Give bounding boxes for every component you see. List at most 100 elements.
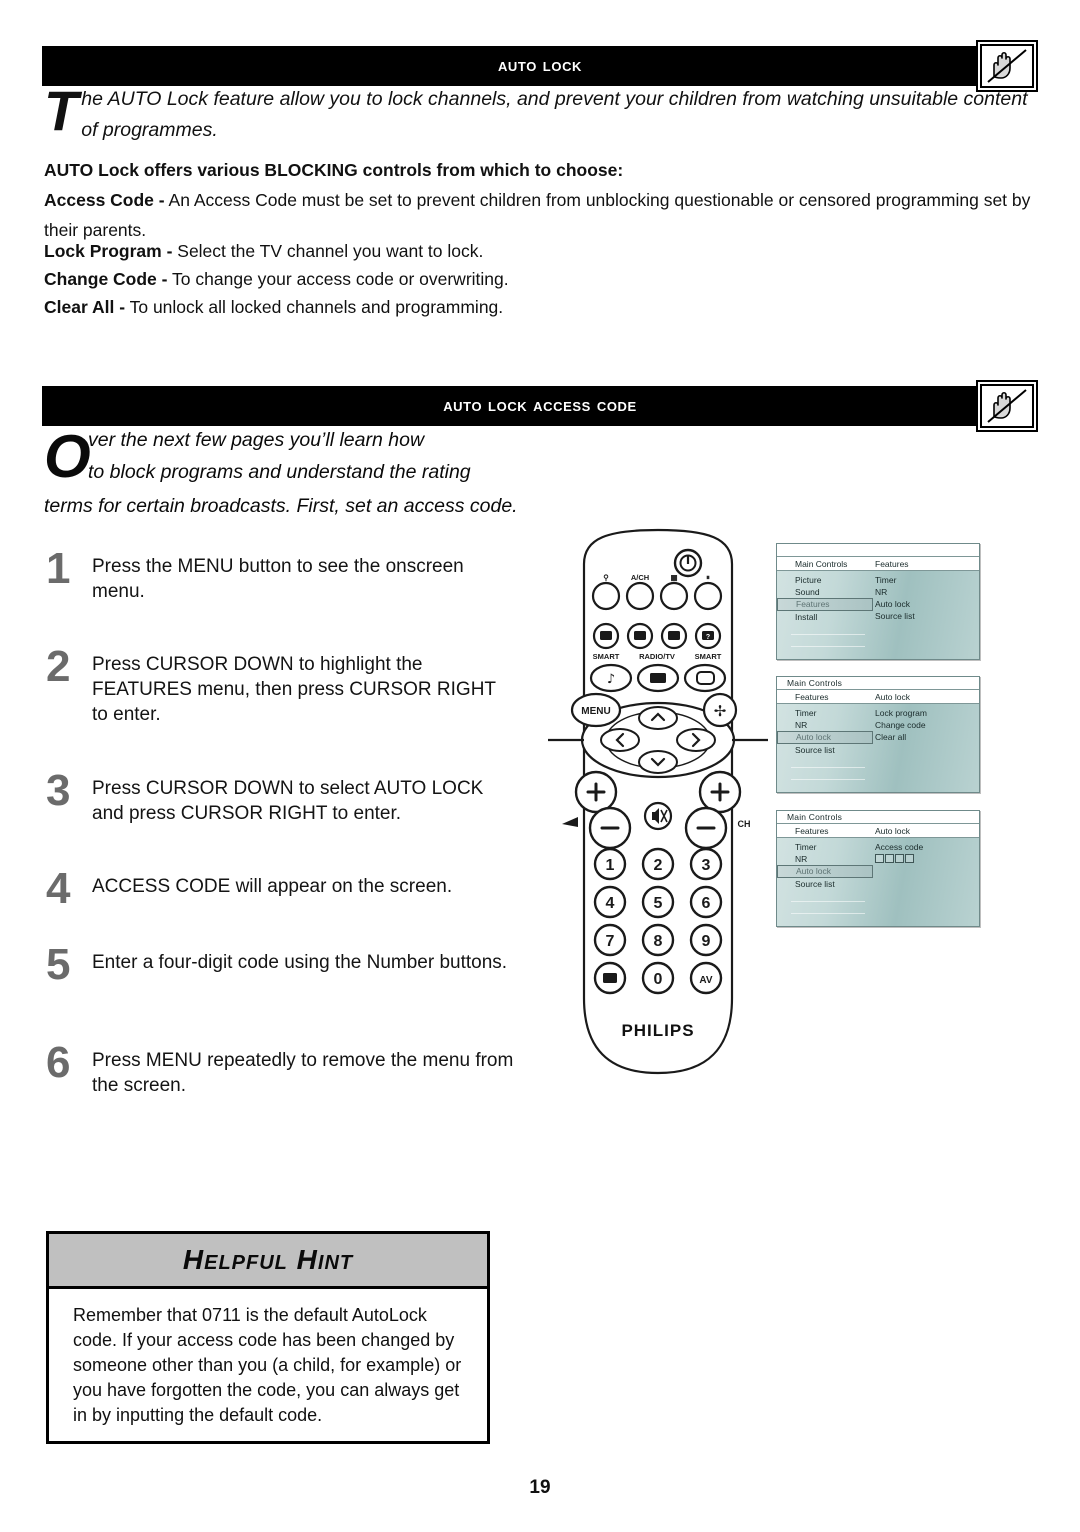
tv-menu-item-selected[interactable]: Features [777, 598, 873, 611]
tv-menu-item[interactable]: NR [795, 719, 869, 731]
tv-menu-header-row: Features Auto lock [777, 690, 979, 704]
tv-menu-header-row: Main Controls Features [777, 557, 979, 571]
tv-menu-divider [791, 779, 865, 780]
tv-menu-item[interactable]: Timer [795, 841, 869, 853]
section1-intro-text: he AUTO Lock feature allow you to lock c… [81, 88, 1028, 141]
step-2: 2 Press CURSOR DOWN to highlight the FEA… [46, 645, 516, 727]
definition-change-code: Change Code - To change your access code… [44, 264, 1034, 294]
definition-dash: - [119, 297, 126, 317]
definition-term: Clear All [44, 297, 115, 317]
power-icon [673, 548, 703, 578]
svg-text:4: 4 [606, 895, 615, 912]
helpful-hint-body: Remember that 0711 is the default AutoLo… [73, 1305, 462, 1425]
step-text: Press MENU repeatedly to remove the menu… [92, 1050, 514, 1096]
svg-text:6: 6 [702, 895, 711, 912]
philips-brand-label: PHILIPS [621, 1021, 694, 1040]
tv-menu-screen-1: Main Controls Features Picture Sound Fea… [776, 543, 980, 660]
dropcap-o: O [44, 423, 91, 490]
manual-page: Auto Lock T he AUTO Lock feature allow y… [0, 0, 1080, 1532]
tv-menu-item[interactable]: Picture [795, 574, 869, 586]
step-number: 1 [46, 544, 71, 593]
tv-menu-right-column: Timer NR Auto lock Source list [869, 571, 979, 659]
cursor-left-icon [600, 728, 640, 752]
step-text: Press CURSOR DOWN to select AUTO LOCK an… [92, 778, 484, 824]
step-number: 5 [46, 940, 71, 989]
section-header-auto-lock: Auto Lock [42, 46, 1038, 86]
access-code-digit-box[interactable] [905, 854, 914, 863]
svg-text:SMART: SMART [695, 652, 722, 661]
section2-intro-line3: terms for certain broadcasts. First, set… [44, 495, 518, 517]
tv-menu-divider [791, 901, 865, 902]
helpful-hint-header: Helpful Hint [49, 1234, 487, 1289]
tv-menu-item[interactable]: Timer [875, 574, 979, 586]
tv-menu-item-selected[interactable]: Auto lock [777, 731, 873, 744]
svg-text:2: 2 [654, 857, 663, 874]
tv-menu-item[interactable]: Change code [875, 719, 979, 731]
tv-menu-item[interactable]: Clear all [875, 731, 979, 743]
volume-icon [562, 817, 578, 827]
tv-menu-item[interactable]: Access code [875, 841, 979, 853]
svg-text:A/CH: A/CH [631, 573, 649, 582]
tv-menu-left-column: Timer NR Auto lock Source list [777, 704, 873, 792]
access-code-digit-box[interactable] [875, 854, 884, 863]
access-code-input[interactable] [875, 854, 979, 863]
svg-text:7: 7 [606, 933, 615, 950]
cursor-down-icon [638, 750, 678, 774]
step-6: 6 Press MENU repeatedly to remove the me… [46, 1038, 516, 1098]
step-3: 3 Press CURSOR DOWN to select AUTO LOCK … [46, 769, 516, 826]
tv-menu-item[interactable]: Source list [795, 744, 869, 756]
section2-intro-line2: to block programs and understand the rat… [88, 461, 471, 483]
definition-term: Access Code [44, 190, 154, 210]
expand-icon: ✢ [702, 692, 738, 728]
definition-desc: To change your access code or overwritin… [172, 269, 509, 289]
svg-text:?: ? [706, 634, 710, 641]
tv-menu-item[interactable]: NR [875, 586, 979, 598]
tv-menu-screen-2: Main Controls Features Auto lock Timer N… [776, 676, 980, 793]
step-number: 6 [46, 1038, 71, 1087]
tv-menu-item[interactable]: Lock program [875, 707, 979, 719]
definition-term: Lock Program [44, 241, 162, 261]
step-number: 4 [46, 864, 71, 913]
definition-dash: - [158, 190, 165, 210]
tv-menu-item[interactable]: NR [795, 853, 869, 865]
cursor-up-icon [638, 706, 678, 730]
definition-desc: To unlock all locked channels and progra… [129, 297, 504, 317]
tv-menu-divider [791, 913, 865, 914]
step-text: Enter a four-digit code using the Number… [92, 952, 508, 973]
helpful-hint-box: Helpful Hint Remember that 0711 is the d… [46, 1231, 490, 1444]
tv-menu-topbar: Main Controls [777, 677, 979, 690]
access-code-digit-box[interactable] [885, 854, 894, 863]
menu-button-illustration: MENU [570, 692, 622, 728]
tv-menu-item[interactable]: Sound [795, 586, 869, 598]
tv-menu-item[interactable]: Timer [795, 707, 869, 719]
tv-menu-item[interactable]: Auto lock [875, 598, 979, 610]
svg-text:♪: ♪ [607, 672, 615, 687]
tv-menu-header-row: Features Auto lock [777, 824, 979, 838]
tv-menu-divider [791, 646, 865, 647]
tv-menu-divider [791, 634, 865, 635]
access-code-digit-box[interactable] [895, 854, 904, 863]
svg-text:0: 0 [654, 971, 663, 988]
svg-text:⚲: ⚲ [603, 573, 609, 582]
section-title: Auto Lock [497, 55, 583, 76]
tv-menu-right-column: Lock program Change code Clear all [869, 704, 979, 792]
svg-text:5: 5 [654, 895, 663, 912]
svg-text:9: 9 [702, 933, 711, 950]
tv-menu-col-right-title: Auto lock [875, 825, 910, 836]
definition-dash: - [161, 269, 168, 289]
tv-menu-col-left-title: Main Controls [795, 558, 848, 569]
svg-text:8: 8 [654, 933, 663, 950]
svg-text:MENU: MENU [581, 706, 610, 717]
tv-menu-item[interactable]: Source list [875, 610, 979, 622]
dropcap-t: T [44, 79, 79, 142]
svg-text:SMART: SMART [593, 652, 620, 661]
tv-menu-item[interactable]: Install [795, 611, 869, 623]
no-touch-hand-tv-icon [976, 380, 1038, 432]
tv-menu-col-right-title: Auto lock [875, 691, 910, 702]
svg-text:CH: CH [738, 819, 751, 829]
tv-menu-item-selected[interactable]: Auto lock [777, 865, 873, 878]
tv-menu-left-column: Picture Sound Features Install [777, 571, 873, 659]
section-title: Auto Lock Access Code [443, 395, 637, 416]
tv-menu-item[interactable]: Source list [795, 878, 869, 890]
definition-dash: - [166, 241, 173, 261]
